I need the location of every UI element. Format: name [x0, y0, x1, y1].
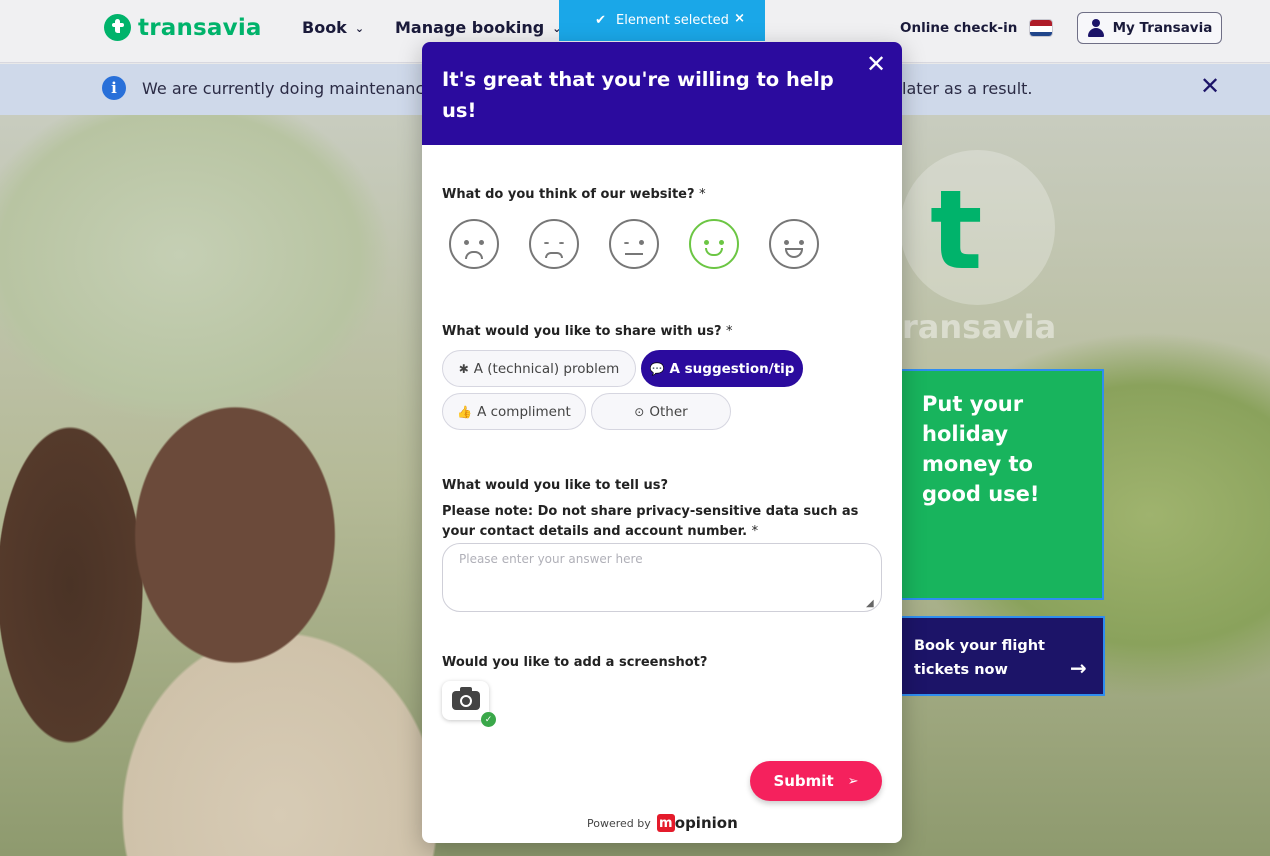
- user-icon: [1087, 19, 1105, 37]
- screenshot-question: Would you like to add a screenshot?: [442, 655, 708, 670]
- required-marker: *: [726, 324, 733, 339]
- required-marker: *: [751, 523, 759, 539]
- toast-label: Element selected: [616, 13, 729, 28]
- chip-label: A compliment: [477, 403, 571, 420]
- chip-suggestion[interactable]: 💬 A suggestion/tip: [641, 350, 803, 387]
- privacy-note-text: Please note: Do not share privacy-sensit…: [442, 504, 859, 539]
- nav-manage-booking[interactable]: Manage booking ⌄: [395, 18, 561, 37]
- banner-close-icon[interactable]: ✕: [1200, 72, 1220, 100]
- promo-text: Put your holiday money to good use!: [922, 392, 1040, 506]
- logo-icon: [104, 14, 131, 41]
- netherlands-flag-icon[interactable]: [1029, 19, 1053, 37]
- rating-very-happy-icon[interactable]: [769, 219, 819, 269]
- nav-book[interactable]: Book ⌄: [302, 18, 364, 37]
- rating-question: What do you think of our website? *: [442, 187, 706, 202]
- mopinion-logo-icon: m: [656, 814, 675, 832]
- element-selected-toast: ✔ Element selected ×: [559, 0, 765, 41]
- close-icon[interactable]: ✕: [866, 50, 886, 78]
- powered-by-text: Powered by: [587, 816, 651, 830]
- background-logo-text: ransavia: [902, 308, 1057, 346]
- radio-icon: ⊙: [634, 404, 645, 419]
- resize-grip-icon[interactable]: ◢: [866, 598, 874, 609]
- background-logo-mark: t: [930, 166, 983, 294]
- thumbs-up-icon: 👍: [457, 404, 473, 419]
- my-transavia-label: My Transavia: [1112, 20, 1213, 36]
- chip-technical-problem[interactable]: ✱ A (technical) problem: [442, 350, 636, 387]
- submit-button[interactable]: Submit ➢: [750, 761, 882, 801]
- privacy-note: Please note: Do not share privacy-sensit…: [442, 502, 882, 541]
- modal-header: It's great that you're willing to help u…: [422, 42, 902, 145]
- book-flight-card[interactable]: Book your flight tickets now →: [898, 616, 1105, 696]
- tell-question: What would you like to tell us?: [442, 478, 669, 493]
- chip-compliment[interactable]: 👍 A compliment: [442, 393, 586, 430]
- powered-by[interactable]: Powered by m opinion: [587, 814, 738, 832]
- required-marker: *: [699, 187, 706, 202]
- send-icon: ➢: [847, 773, 859, 789]
- logo-text: transavia: [138, 14, 262, 41]
- speech-bubble-icon: 💬: [649, 361, 665, 376]
- arrow-right-icon: →: [1070, 656, 1087, 680]
- info-icon: i: [102, 76, 126, 100]
- modal-title: It's great that you're willing to help u…: [442, 68, 834, 122]
- camera-icon: [451, 687, 480, 710]
- nav-manage-booking-label: Manage booking: [395, 18, 545, 37]
- transavia-logo[interactable]: transavia: [104, 14, 262, 41]
- rating-angry-icon[interactable]: [449, 219, 499, 269]
- feedback-modal: It's great that you're willing to help u…: [422, 42, 902, 843]
- nav-book-label: Book: [302, 18, 347, 37]
- chip-label: Other: [649, 403, 688, 420]
- share-question: What would you like to share with us? *: [442, 324, 733, 339]
- my-transavia-button[interactable]: My Transavia: [1077, 12, 1222, 44]
- check-badge-icon: ✓: [481, 712, 496, 727]
- banner-text-left: We are currently doing maintenance: [142, 79, 435, 98]
- mopinion-brand-text: opinion: [674, 814, 738, 832]
- banner-text-right: later as a result.: [902, 79, 1033, 98]
- rating-happy-icon[interactable]: [689, 219, 739, 269]
- bug-icon: ✱: [458, 361, 469, 376]
- share-question-text: What would you like to share with us?: [442, 324, 722, 339]
- submit-label: Submit: [773, 772, 834, 790]
- chip-label: A (technical) problem: [473, 360, 620, 377]
- chevron-down-icon: ⌄: [354, 22, 365, 35]
- chip-other[interactable]: ⊙ Other: [591, 393, 731, 430]
- book-flight-text: Book your flight tickets now: [914, 638, 1045, 678]
- answer-textarea[interactable]: [442, 543, 882, 612]
- rating-question-text: What do you think of our website?: [442, 187, 695, 202]
- rating-sad-icon[interactable]: [529, 219, 579, 269]
- chip-label: A suggestion/tip: [669, 360, 795, 377]
- toast-close-icon[interactable]: ×: [734, 11, 745, 26]
- check-icon: ✔: [595, 13, 607, 28]
- rating-neutral-icon[interactable]: [609, 219, 659, 269]
- online-checkin-link[interactable]: Online check-in: [900, 20, 1017, 36]
- promo-card[interactable]: Put your holiday money to good use!: [898, 369, 1104, 600]
